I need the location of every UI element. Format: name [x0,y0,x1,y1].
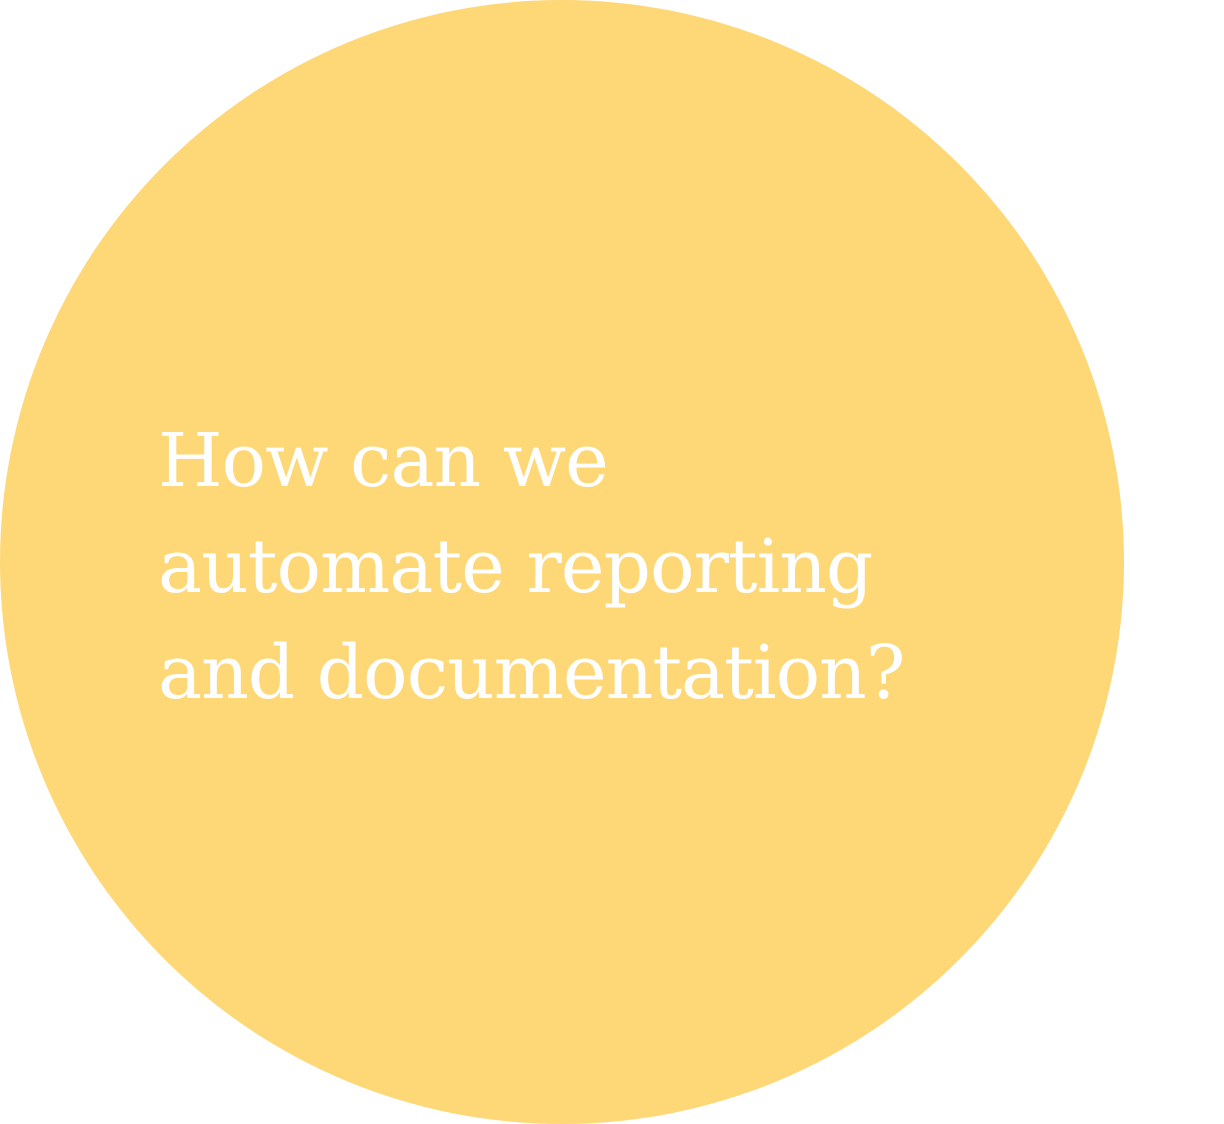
question-line-1: How can we [158,418,609,504]
question-heading: How can we automate reporting and docume… [158,408,978,726]
canvas: How can we automate reporting and docume… [0,0,1224,1124]
question-line-3: and documentation? [158,630,905,716]
question-line-2: automate reporting [158,524,873,610]
